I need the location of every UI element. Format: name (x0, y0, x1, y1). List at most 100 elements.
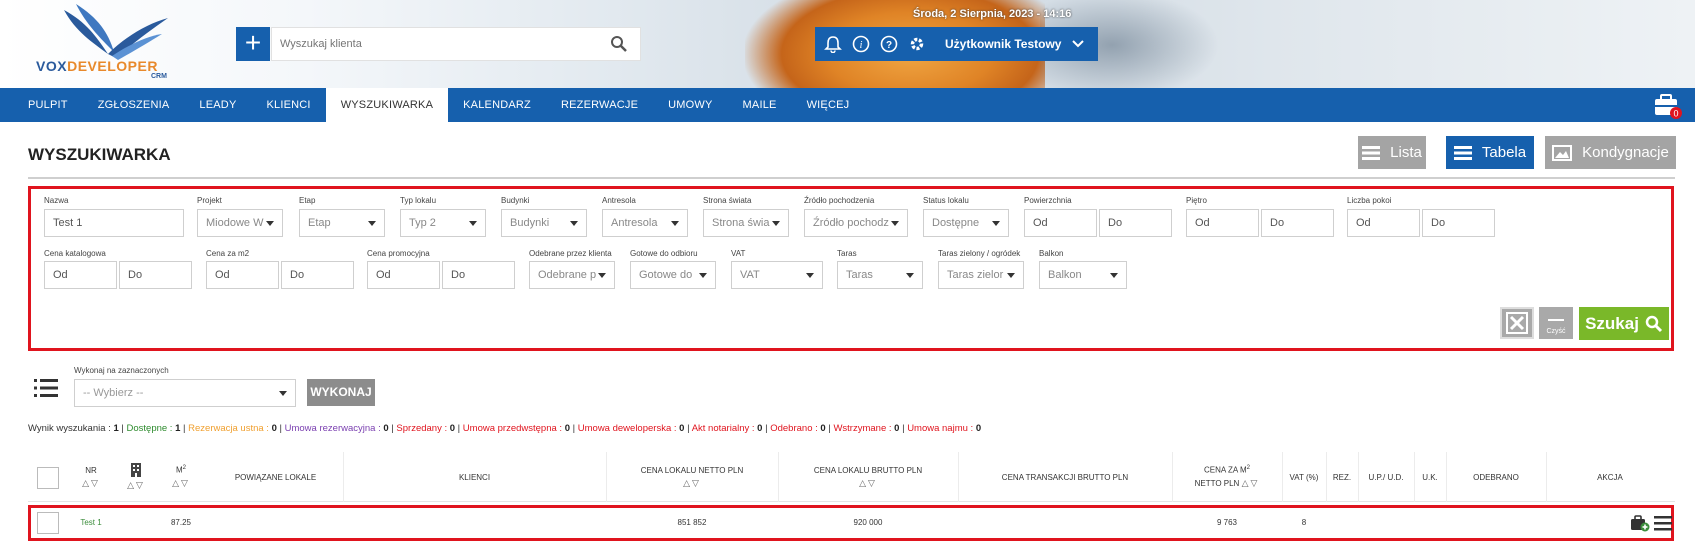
sort-icon[interactable]: △▽ (172, 478, 190, 489)
view-tabela-label: Tabela (1481, 144, 1527, 161)
execute-button[interactable]: WYKONAJ (307, 379, 375, 406)
svg-text:?: ? (886, 40, 892, 51)
sort-icon[interactable]: △▽ (683, 478, 701, 489)
filter-pietro-do[interactable]: Do (1261, 209, 1334, 237)
search-icon (1645, 315, 1662, 332)
view-lista-button[interactable]: Lista (1358, 136, 1426, 169)
filter-pietro-od[interactable]: Od (1186, 209, 1259, 237)
filter-label-cena-m2: Cena za m2 (206, 249, 250, 258)
nav-item-pulpit[interactable]: PULPIT (0, 88, 83, 122)
cell-nr[interactable]: Test 1 (76, 518, 106, 527)
col-m2[interactable]: M2 △▽ (166, 452, 196, 502)
filter-label-etap: Etap (299, 196, 316, 205)
filter-pokoje-od[interactable]: Od (1347, 209, 1420, 237)
col-cena-brutto[interactable]: CENA LOKALU BRUTTO PLN △▽ (778, 452, 958, 502)
filter-etap-select[interactable]: Etap (299, 209, 385, 237)
filter-strona-select[interactable]: Strona świa (703, 209, 789, 237)
filter-projekt-select[interactable]: Miodowe W (197, 209, 283, 237)
summary-status-item: Wstrzymane : 0 (833, 423, 900, 434)
row-checkbox[interactable] (37, 512, 59, 534)
filter-status-select[interactable]: Dostępne (923, 209, 1009, 237)
filter-label-nazwa: Nazwa (44, 196, 69, 205)
user-name[interactable]: Użytkownik Testowy (945, 37, 1061, 51)
filter-taras-select[interactable]: Taras (837, 261, 923, 289)
nav-item-maile[interactable]: MAILE (728, 88, 792, 122)
caret-down-icon (266, 221, 274, 226)
cart-badge: 0 (1673, 109, 1678, 119)
nav-item-wiecej[interactable]: WIĘCEJ (792, 88, 865, 122)
search-icon[interactable] (610, 35, 628, 53)
nav-item-kalendarz[interactable]: KALENDARZ (448, 88, 546, 122)
filter-label-cena-promo: Cena promocyjna (367, 249, 430, 258)
add-to-cart-icon[interactable] (1630, 514, 1650, 532)
nav-item-leady[interactable]: LEADY (184, 88, 251, 122)
briefcase-icon[interactable]: 0 (1653, 92, 1683, 120)
summary-status-item: Odebrano : 0 (770, 423, 826, 434)
filter-label-typ: Typ lokalu (400, 196, 437, 205)
col-up-ud: U.P./ U.D. (1368, 472, 1404, 482)
filter-cena-promo-od[interactable]: Od (367, 261, 440, 289)
caret-down-icon (1007, 273, 1015, 278)
filter-label-projekt: Projekt (197, 196, 222, 205)
sort-icon[interactable]: △▽ (82, 478, 100, 489)
sort-icon[interactable]: △▽ (127, 480, 145, 491)
filter-balkon-select[interactable]: Balkon (1039, 261, 1127, 289)
summary-separator: | (276, 423, 285, 434)
nav-item-rezerwacje[interactable]: REZERWACJE (546, 88, 653, 122)
col-cena-netto[interactable]: CENA LOKALU NETTO PLN △▽ (606, 452, 778, 502)
menu-icon[interactable] (1654, 515, 1672, 531)
summary-status-item: Umowa najmu : 0 (907, 423, 982, 434)
main-nav: PULPIT ZGŁOSZENIA LEADY KLIENCI WYSZUKIW… (0, 88, 1695, 122)
filter-pokoje-do[interactable]: Do (1422, 209, 1495, 237)
filter-cena-m2-od[interactable]: Od (206, 261, 279, 289)
select-all-checkbox[interactable] (37, 467, 59, 489)
gear-icon[interactable] (907, 34, 927, 54)
col-nr[interactable]: NR △▽ (76, 452, 106, 502)
search-button[interactable]: Szukaj (1579, 307, 1669, 340)
nav-item-wyszukiwarka[interactable]: WYSZUKIWARKA (325, 88, 449, 122)
filter-powierzchnia-do[interactable]: Do (1099, 209, 1172, 237)
image-icon (1552, 144, 1573, 161)
filter-cena-m2-do[interactable]: Do (281, 261, 354, 289)
client-search (271, 27, 641, 61)
sort-icon[interactable]: △▽ (1242, 478, 1260, 488)
clear-filters-button[interactable] (1500, 307, 1534, 339)
filter-label-status: Status lokalu (923, 196, 969, 205)
filter-vat-select[interactable]: VAT (731, 261, 823, 289)
client-search-input[interactable] (272, 28, 592, 60)
col-building[interactable]: △▽ (121, 452, 151, 502)
add-client-button[interactable]: + (236, 27, 270, 61)
view-kondygnacje-button[interactable]: Kondygnacje (1545, 136, 1676, 169)
close-square-icon (1506, 312, 1528, 334)
nav-item-umowy[interactable]: UMOWY (653, 88, 727, 122)
filter-antresola-select[interactable]: Antresola (602, 209, 688, 237)
reset-button[interactable]: Czyść (1539, 307, 1573, 339)
filter-typ-select[interactable]: Typ 2 (400, 209, 486, 237)
filter-odebrane-select[interactable]: Odebrane p (529, 261, 615, 289)
info-icon[interactable]: i (851, 34, 871, 54)
bell-icon[interactable] (823, 34, 843, 54)
chevron-down-icon[interactable] (1071, 39, 1085, 49)
table-icon (1453, 145, 1472, 160)
filter-budynki-select[interactable]: Budynki (501, 209, 587, 237)
building-icon (131, 463, 141, 477)
filter-cena-promo-do[interactable]: Do (442, 261, 515, 289)
bulk-action-select[interactable]: -- Wybierz -- (74, 379, 296, 407)
nav-item-klienci[interactable]: KLIENCI (251, 88, 325, 122)
view-tabela-button[interactable]: Tabela (1446, 136, 1534, 169)
help-icon[interactable]: ? (879, 34, 899, 54)
summary-status-item: Dostępne : 1 (126, 423, 181, 434)
filter-powierzchnia-od[interactable]: Od (1024, 209, 1097, 237)
filter-cena-kat-do[interactable]: Do (119, 261, 192, 289)
filter-nazwa-input[interactable]: Test 1 (44, 209, 184, 237)
filter-zrodlo-select[interactable]: Źródło pochodz (804, 209, 908, 237)
filter-gotowe-select[interactable]: Gotowe do (630, 261, 716, 289)
filter-taras-zielony-select[interactable]: Taras zielor (938, 261, 1024, 289)
summary-status-item: Akt notarialny : 0 (691, 423, 763, 434)
summary-separator: | (455, 423, 463, 434)
col-cena-m2[interactable]: CENA ZA M2 NETTO PLN △▽ (1172, 452, 1282, 502)
list-icon[interactable] (34, 378, 58, 398)
nav-item-zgloszenia[interactable]: ZGŁOSZENIA (83, 88, 185, 122)
filter-cena-kat-od[interactable]: Od (44, 261, 117, 289)
sort-icon[interactable]: △▽ (859, 478, 877, 489)
